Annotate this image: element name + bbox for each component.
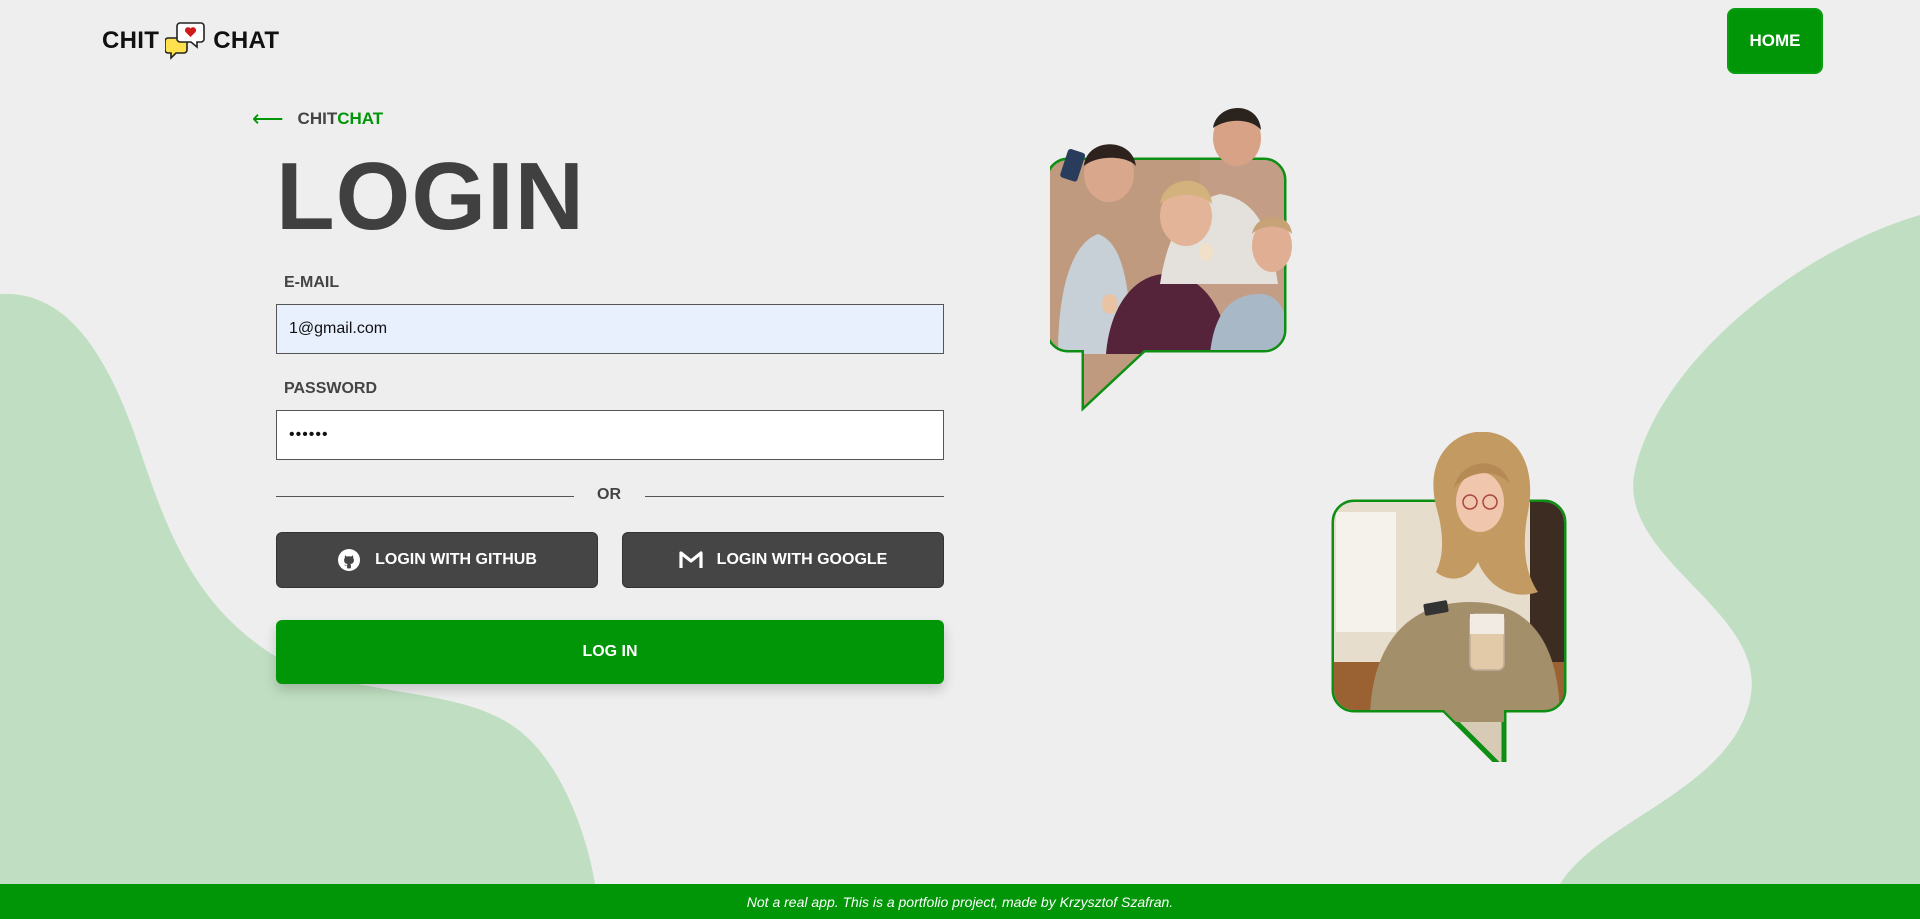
footer: Not a real app. This is a portfolio proj…	[0, 884, 1920, 919]
log-in-button[interactable]: LOG IN	[276, 620, 944, 684]
login-google-label: LOGIN WITH GOOGLE	[716, 551, 888, 568]
back-link-text: CHITCHAT	[298, 109, 384, 129]
login-github-button[interactable]: LOGIN WITH GITHUB	[276, 532, 598, 588]
logo-text-left: CHIT	[102, 27, 160, 54]
email-field[interactable]	[276, 304, 944, 354]
page-title: LOGIN	[276, 143, 585, 250]
github-icon	[338, 549, 361, 571]
app-logo[interactable]: CHIT CHAT	[102, 20, 279, 62]
right-green-blob	[1560, 215, 1920, 884]
divider-text: OR	[597, 486, 621, 503]
footer-text: Not a real app. This is a portfolio proj…	[746, 893, 1174, 910]
back-link-text-part1: CHIT	[297, 109, 338, 128]
gmail-icon	[679, 551, 703, 568]
divider-line-right	[645, 496, 944, 497]
friends-photo-bubble	[1050, 108, 1292, 412]
arrow-left-icon: ⟵	[252, 106, 284, 131]
password-label: PASSWORD	[284, 380, 378, 397]
woman-phone-photo-bubble	[1331, 432, 1567, 762]
back-link-text-part2: CHAT	[337, 109, 384, 128]
password-field[interactable]	[276, 410, 944, 460]
logo-text-right: CHAT	[213, 27, 280, 54]
back-link[interactable]: ⟵ CHITCHAT	[252, 108, 383, 130]
email-label: E-MAIL	[284, 274, 340, 291]
divider-line-left	[276, 496, 574, 497]
chat-bubbles-heart-icon	[165, 22, 206, 60]
home-button[interactable]: HOME	[1727, 8, 1823, 74]
login-google-button[interactable]: LOGIN WITH GOOGLE	[622, 532, 944, 588]
login-github-label: LOGIN WITH GITHUB	[375, 551, 537, 568]
